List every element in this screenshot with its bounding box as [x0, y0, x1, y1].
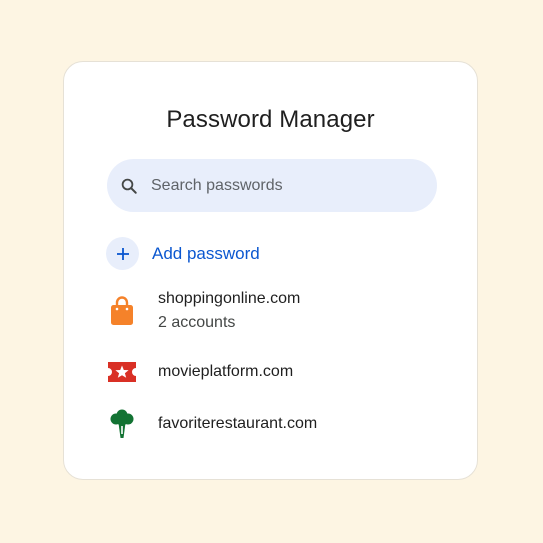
- search-input[interactable]: [151, 176, 411, 195]
- search-icon: [118, 175, 140, 197]
- password-item-favoriterestaurant[interactable]: favoriterestaurant.com: [106, 408, 317, 440]
- site-name: shoppingonline.com: [158, 290, 301, 307]
- add-password-icon-container: [106, 237, 139, 270]
- shopping-bag-icon: [106, 295, 138, 327]
- plus-icon: [116, 247, 129, 260]
- password-item-shoppingonline[interactable]: shoppingonline.com 2 accounts: [106, 290, 300, 332]
- site-name: movieplatform.com: [158, 363, 294, 380]
- password-item-movieplatform[interactable]: movieplatform.com: [106, 356, 293, 388]
- search-bar[interactable]: [107, 159, 437, 212]
- add-password-label: Add password: [152, 243, 260, 263]
- add-password-button[interactable]: Add password: [106, 237, 260, 270]
- ticket-star-icon: [106, 356, 138, 388]
- site-name: favoriterestaurant.com: [158, 415, 318, 432]
- broccoli-icon: [106, 408, 138, 440]
- password-manager-card: Password Manager Add password: [63, 61, 478, 480]
- page-title: Password Manager: [166, 106, 375, 133]
- account-count: 2 accounts: [158, 314, 236, 331]
